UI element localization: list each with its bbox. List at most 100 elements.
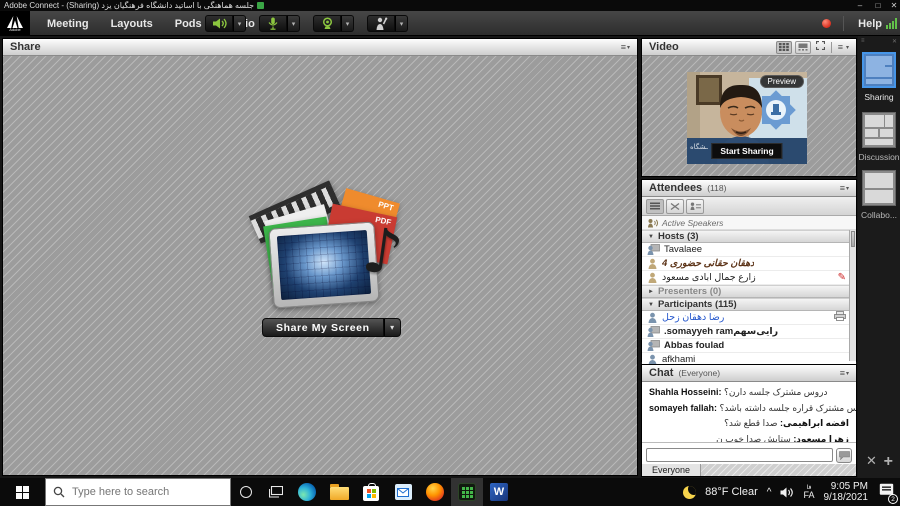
chat-pod-header: Chat (Everyone) ≡ ▾ <box>642 365 856 382</box>
attendees-scrollbar[interactable] <box>849 230 856 361</box>
send-message-button[interactable] <box>836 448 852 463</box>
attendee-row-host-3[interactable]: زارع جمال آبادی مسعود ✎ <box>642 271 856 285</box>
layout-collaboration-label[interactable]: Collabo... <box>858 210 900 220</box>
raise-hand-icon[interactable] <box>367 15 395 32</box>
search-input[interactable] <box>72 486 202 498</box>
status-caret-icon[interactable]: ▾ <box>395 15 408 32</box>
menu-meeting[interactable]: Meeting <box>36 18 100 30</box>
taskbar-mail[interactable] <box>387 478 419 506</box>
scrollbar-thumb[interactable] <box>851 231 855 247</box>
presenters-expand-icon[interactable]: ► <box>648 289 654 295</box>
filmstrip-view-icon[interactable] <box>794 40 811 54</box>
attendees-pod-title: Attendees <box>649 182 703 194</box>
hosts-section-header[interactable]: ▼ Hosts (3) <box>642 230 856 243</box>
language-indicator[interactable]: فا FA <box>803 485 814 500</box>
volume-icon[interactable] <box>780 487 794 498</box>
photo-background-text: ـشگاه <box>690 144 708 151</box>
layout-discussion-label[interactable]: Discussion <box>858 152 900 162</box>
video-pod-menu-caret[interactable]: ▾ <box>846 44 849 51</box>
taskbar-store[interactable] <box>355 478 387 506</box>
chat-pod-menu-icon[interactable]: ≡ ▾ <box>840 368 849 378</box>
taskbar-file-explorer[interactable] <box>323 478 355 506</box>
webcam-icon[interactable] <box>313 15 341 32</box>
grid-view-icon[interactable] <box>775 40 792 54</box>
taskbar-edge[interactable] <box>291 478 323 506</box>
microphone-button[interactable]: ▾ <box>259 15 300 32</box>
status-options-button[interactable]: ▾ <box>367 15 408 32</box>
menu-layouts[interactable]: Layouts <box>100 18 164 30</box>
attendee-list-view-icon[interactable] <box>646 198 664 214</box>
word-icon: W <box>490 483 508 501</box>
share-my-screen-label[interactable]: Share My Screen <box>262 318 384 337</box>
presenters-section-header[interactable]: ► Presenters (0) <box>642 285 856 298</box>
attendee-row-participant-1[interactable]: رضا دهقان زحل <box>642 311 856 325</box>
hosts-expand-icon[interactable]: ▼ <box>648 234 654 240</box>
taskbar: W 88°F Clear ^ فا FA 9:05 PM 9/18/2021 <box>0 478 900 506</box>
fullscreen-corners-icon[interactable] <box>815 40 825 53</box>
host-icon <box>647 340 660 351</box>
connection-signal-icon[interactable] <box>886 18 897 29</box>
layout-sharing-label[interactable]: Sharing <box>858 92 900 102</box>
window-titlebar: جلسه هماهنگی با اساتید دانشگاه فرهنگیان … <box>0 0 900 11</box>
taskbar-adobe-connect[interactable] <box>451 478 483 506</box>
task-view-button[interactable] <box>261 478 291 506</box>
firefox-icon <box>426 483 444 501</box>
taskbar-word[interactable]: W <box>483 478 515 506</box>
attendee-status-view-icon[interactable] <box>686 198 704 214</box>
participants-expand-icon[interactable]: ▼ <box>648 302 654 308</box>
adobe-logo: Adobe <box>0 11 30 36</box>
active-speakers-row[interactable]: Active Speakers <box>642 216 856 230</box>
share-options-caret-icon[interactable]: ▾ <box>383 318 401 337</box>
cortana-button[interactable] <box>231 478 261 506</box>
moon-weather-icon[interactable] <box>683 485 697 499</box>
attendee-row-host-2[interactable]: دهقان حقانی حضوری 4 <box>642 257 856 271</box>
layout-bar-menu-icon[interactable]: ≡ <box>861 38 865 44</box>
tray-overflow-chevron-icon[interactable]: ^ <box>767 487 772 498</box>
media-stack-graphic: PPT PDF ♪ <box>248 180 408 327</box>
attendees-pod-menu-icon[interactable]: ≡ ▾ <box>840 183 849 193</box>
layout-bar-close-icon[interactable]: ✕ <box>892 38 897 45</box>
share-pod-menu-icon[interactable]: ≡ ▾ <box>621 42 630 52</box>
webcam-caret-icon[interactable]: ▾ <box>341 15 354 32</box>
share-pod-title: Share <box>10 41 41 53</box>
participants-section-header[interactable]: ▼ Participants (115) <box>642 298 856 311</box>
share-pod-body: PPT PDF ♪ Share My Screen ▾ <box>3 56 637 475</box>
chat-scope: (Everyone) <box>678 368 721 378</box>
close-button[interactable]: ✕ <box>886 0 900 11</box>
start-button[interactable] <box>0 478 45 506</box>
speaker-button[interactable]: ▾ <box>205 15 246 32</box>
start-sharing-button[interactable]: Start Sharing <box>711 143 783 159</box>
speaker-icon[interactable] <box>205 15 233 32</box>
taskbar-clock[interactable]: 9:05 PM 9/18/2021 <box>824 481 869 503</box>
video-pod-menu-icon[interactable]: ≡ <box>838 42 843 52</box>
layout-collaboration-thumbnail[interactable] <box>862 170 896 206</box>
taskbar-search[interactable] <box>45 478 231 506</box>
store-icon <box>363 482 379 501</box>
chat-message: زهرا مسعود: ستایش صدا خوب ن <box>649 434 849 443</box>
chat-messages: Shahla Hosseini: دروس مشترک جلسه دارن؟ s… <box>642 382 856 443</box>
help-menu[interactable]: Help <box>858 11 882 36</box>
microphone-icon[interactable] <box>259 15 287 32</box>
webcam-button[interactable]: ▾ <box>313 15 354 32</box>
attendee-row-host-1[interactable]: Tavalaee <box>642 243 856 257</box>
attendee-row-participant-2[interactable]: .somayyeh ramرایی‌سهم <box>642 325 856 339</box>
layout-sharing-thumbnail[interactable] <box>862 52 896 88</box>
action-center-button[interactable]: 2 <box>879 483 898 504</box>
chat-input[interactable] <box>646 448 833 462</box>
share-my-screen-button[interactable]: Share My Screen ▾ <box>262 318 401 337</box>
taskbar-firefox[interactable] <box>419 478 451 506</box>
attendee-row-participant-3[interactable]: Abbas foulad <box>642 339 856 353</box>
layout-x-icon[interactable]: ✕ <box>866 454 877 469</box>
speaker-caret-icon[interactable]: ▾ <box>233 15 246 32</box>
weather-text[interactable]: 88°F Clear <box>705 486 758 498</box>
attendee-name: Tavalaee <box>664 244 703 255</box>
minimize-button[interactable]: – <box>852 0 868 11</box>
maximize-button[interactable]: □ <box>870 0 886 11</box>
layout-discussion-thumbnail[interactable] <box>862 112 896 148</box>
add-layout-icon[interactable]: + <box>884 453 893 471</box>
breakout-view-icon[interactable] <box>666 198 684 214</box>
attendees-count: (118) <box>707 183 727 193</box>
microphone-caret-icon[interactable]: ▾ <box>287 15 300 32</box>
chat-tab-strip: Everyone <box>642 464 856 476</box>
tab-everyone[interactable]: Everyone <box>642 464 702 476</box>
